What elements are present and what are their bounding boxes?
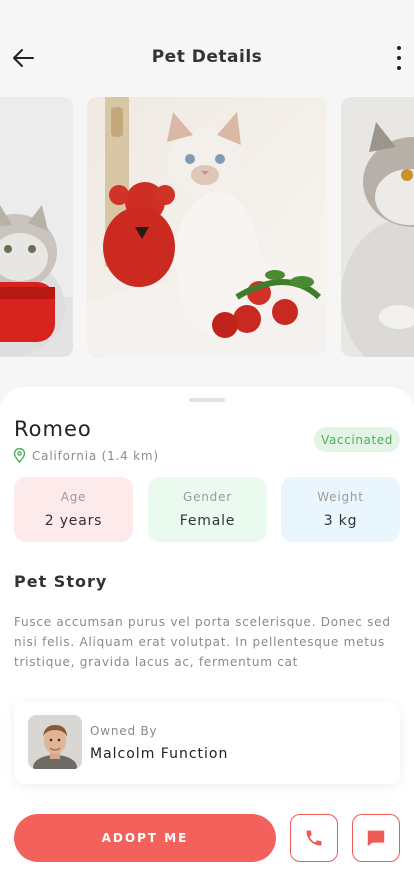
adopt-me-button[interactable]: ADOPT ME <box>14 814 276 862</box>
location-text: California (1.4 km) <box>32 448 159 463</box>
stat-value: Female <box>179 513 236 529</box>
chat-button[interactable] <box>352 814 400 862</box>
page-title: Pet Details <box>151 47 263 67</box>
stat-card-weight: Weight 3 kg <box>281 477 400 542</box>
pet-details-sheet: Romeo California (1.4 km) Vaccinated Age… <box>0 387 414 896</box>
location-pin-icon <box>13 448 26 463</box>
phone-icon <box>306 830 322 846</box>
stat-label: Gender <box>182 490 233 504</box>
cat-photo-right[interactable] <box>341 97 414 357</box>
owner-card[interactable]: Owned By Malcolm Function <box>14 702 400 784</box>
stat-label: Age <box>60 490 87 504</box>
cat-photo-main[interactable] <box>87 97 327 357</box>
more-vertical-icon <box>397 46 401 50</box>
stat-card-gender: Gender Female <box>148 477 267 542</box>
cat-photo-left[interactable] <box>0 97 73 357</box>
photo-gallery[interactable] <box>0 97 414 357</box>
stat-value: 2 years <box>44 513 103 529</box>
chat-icon <box>367 830 385 847</box>
story-text: Fusce accumsan purus vel porta scelerisq… <box>14 615 391 669</box>
stat-label: Weight <box>317 490 364 504</box>
pet-location: California (1.4 km) <box>13 448 159 463</box>
drag-handle[interactable] <box>189 398 225 402</box>
stat-value: 3 kg <box>323 513 358 529</box>
stat-card-age: Age 2 years <box>14 477 133 542</box>
vaccinated-badge: Vaccinated <box>314 427 400 452</box>
avatar <box>28 715 82 769</box>
owner-name: Malcolm Function <box>90 746 229 762</box>
app-header: Pet Details <box>0 0 414 90</box>
owner-label: Owned By <box>90 724 158 738</box>
pet-name: Romeo <box>14 417 92 441</box>
call-button[interactable] <box>290 814 338 862</box>
more-options-button[interactable] <box>392 46 406 70</box>
story-title: Pet Story <box>14 572 108 591</box>
